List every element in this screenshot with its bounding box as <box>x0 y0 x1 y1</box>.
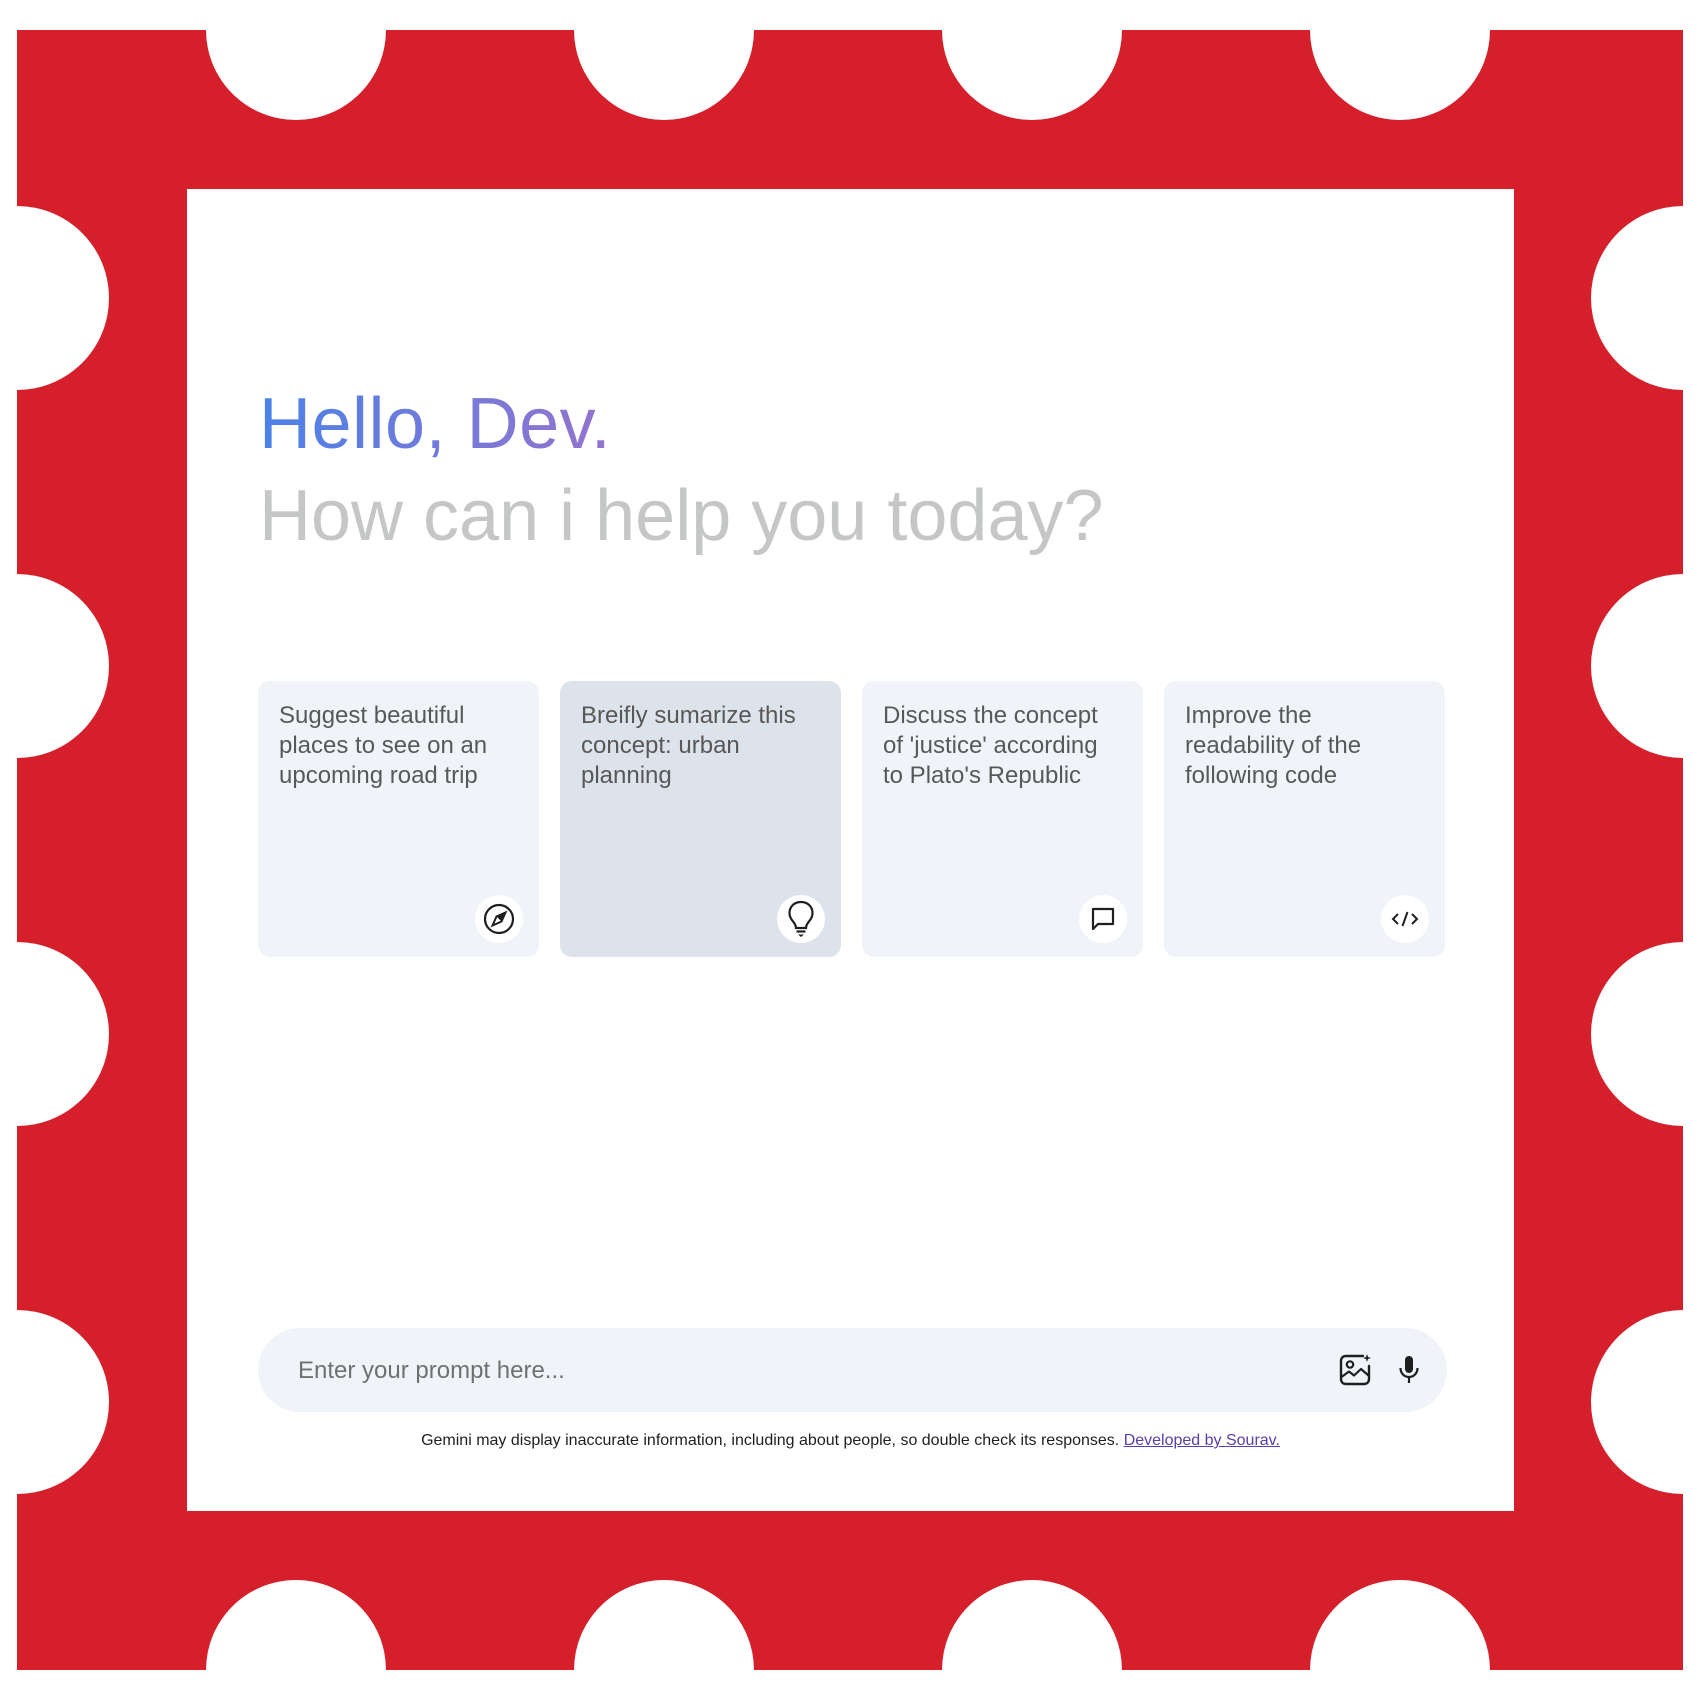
suggestion-card-road-trip[interactable]: Suggest beautiful places to see on an up… <box>258 681 539 957</box>
prompt-input[interactable] <box>296 1328 1280 1414</box>
message-icon <box>1079 895 1127 943</box>
card-text: Breifly sumarize this concept: urban pla… <box>581 702 796 789</box>
gallery-icon <box>1339 1354 1371 1386</box>
greeting-hello: Hello, Dev. <box>259 379 1104 469</box>
image-upload-button[interactable] <box>1333 1348 1377 1392</box>
code-icon <box>1381 895 1429 943</box>
prompt-bar <box>258 1328 1447 1414</box>
voice-input-button[interactable] <box>1387 1348 1431 1392</box>
greeting-subtitle: How can i help you today? <box>259 476 1104 556</box>
card-text: Improve the readability of the following… <box>1185 702 1362 789</box>
chat-app: Hello, Dev. How can i help you today? Su… <box>187 189 1514 1511</box>
disclaimer: Gemini may display inaccurate informatio… <box>187 1432 1514 1450</box>
card-text: Suggest beautiful places to see on an up… <box>279 702 488 789</box>
disclaimer-text: Gemini may display inaccurate informatio… <box>421 1432 1120 1449</box>
suggestion-card-summarize[interactable]: Breifly sumarize this concept: urban pla… <box>560 681 841 957</box>
suggestion-cards: Suggest beautiful places to see on an up… <box>258 681 1447 957</box>
developer-link[interactable]: Developed by Sourav. <box>1124 1432 1280 1449</box>
suggestion-card-code[interactable]: Improve the readability of the following… <box>1164 681 1445 957</box>
compass-icon <box>475 895 523 943</box>
bulb-icon <box>777 895 825 943</box>
greeting: Hello, Dev. How can i help you today? <box>259 379 1104 561</box>
suggestion-card-justice[interactable]: Discuss the concept of 'justice' accordi… <box>862 681 1143 957</box>
card-text: Discuss the concept of 'justice' accordi… <box>883 702 1098 789</box>
microphone-icon <box>1399 1356 1419 1383</box>
